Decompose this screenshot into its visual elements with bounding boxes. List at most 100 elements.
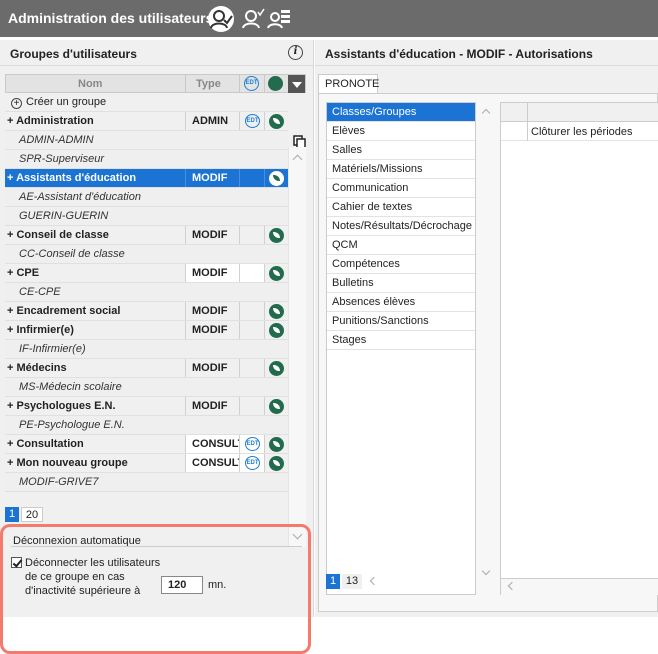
expand-icon[interactable]: + [7, 115, 16, 127]
edt-cell[interactable]: EDT [239, 435, 264, 453]
leaf-cell[interactable] [264, 435, 288, 453]
user-name: CE-CPE [19, 286, 61, 298]
group-name: + Administration [7, 115, 94, 127]
minutes-unit-label: mn. [208, 579, 227, 591]
category-item[interactable]: QCM [327, 236, 475, 255]
leaf-cell[interactable] [264, 397, 288, 415]
user-row[interactable]: IF-Infirmier(e) [5, 340, 288, 359]
edt-cell[interactable] [239, 359, 264, 377]
leaf-cell[interactable] [264, 112, 288, 130]
group-row[interactable]: + CPE MODIF [5, 264, 288, 283]
category-item[interactable]: Classes/Groupes [327, 103, 475, 122]
row-label: Conseil de classe [16, 229, 109, 241]
user-row[interactable]: MS-Médecin scolaire [5, 378, 288, 397]
category-item[interactable]: Absences élèves [327, 293, 475, 312]
group-row[interactable]: + Infirmier(e) MODIF [5, 321, 288, 340]
edt-cell[interactable] [239, 226, 264, 244]
categories-pager-total[interactable]: 13 [342, 574, 362, 589]
user-name: MODIF-GRIVE7 [19, 476, 98, 488]
category-item[interactable]: Elèves [327, 122, 475, 141]
scroll-up-icon[interactable] [292, 154, 303, 165]
row-label: Consultation [16, 438, 84, 450]
group-row[interactable]: + Médecins MODIF [5, 359, 288, 378]
leaf-cell[interactable] [264, 321, 288, 339]
leaf-cell[interactable] [264, 454, 288, 472]
edt-cell[interactable] [239, 397, 264, 415]
edt-cell[interactable] [239, 264, 264, 282]
group-row[interactable]: + Encadrement social MODIF [5, 302, 288, 321]
column-name-header[interactable]: Nom [78, 78, 102, 90]
edt-cell[interactable]: EDT [239, 112, 264, 130]
row-label: Médecins [16, 362, 67, 374]
leaf-cell[interactable] [264, 264, 288, 282]
permission-row[interactable]: Clôturer les périodes [501, 122, 658, 141]
expand-icon[interactable]: + [7, 172, 16, 184]
columns-dropdown-button[interactable] [288, 75, 305, 93]
category-item[interactable]: Punitions/Sanctions [327, 312, 475, 331]
category-item[interactable]: Notes/Résultats/Décrochage [327, 217, 475, 236]
row-label: CC-Conseil de classe [19, 248, 125, 260]
user-row[interactable]: CC-Conseil de classe [5, 245, 288, 264]
column-type-header[interactable]: Type [196, 78, 221, 90]
group-type: ADMIN [185, 112, 239, 130]
auto-logout-checkbox[interactable] [11, 557, 22, 568]
user-row[interactable]: GUERIN-GUERIN [5, 207, 288, 226]
leaf-cell[interactable] [264, 226, 288, 244]
auto-logout-section: Déconnexion automatique Déconnecter les … [0, 524, 311, 654]
user-row[interactable]: CE-CPE [5, 283, 288, 302]
scroll-down-icon[interactable] [481, 566, 491, 576]
groups-scrollbar[interactable] [288, 147, 306, 547]
category-item[interactable]: Salles [327, 141, 475, 160]
group-name: + Mon nouveau groupe [7, 457, 128, 469]
group-row[interactable]: + Conseil de classe MODIF [5, 226, 288, 245]
tab-pronote[interactable]: PRONOTE [318, 74, 379, 94]
leaf-cell[interactable] [264, 359, 288, 377]
edt-cell[interactable]: EDT [239, 454, 264, 472]
edt-cell[interactable] [239, 302, 264, 320]
group-row[interactable]: + Assistants d'éducation MODIF [5, 169, 288, 188]
user-list-icon[interactable] [266, 6, 292, 32]
category-item[interactable]: Matériels/Missions [327, 160, 475, 179]
category-item[interactable]: Bulletins [327, 274, 475, 293]
auto-logout-line3: d'inactivité supérieure à [25, 585, 141, 597]
scroll-left-icon[interactable] [507, 581, 517, 591]
category-item[interactable]: Communication [327, 179, 475, 198]
leaf-cell[interactable] [264, 169, 288, 187]
group-name: + Psychologues E.N. [7, 400, 116, 412]
groups-table-header: Nom Type EDT [5, 74, 306, 93]
user-row[interactable]: MODIF-GRIVE7 [5, 473, 288, 492]
leaf-icon [269, 266, 284, 281]
create-group-row[interactable]: + Créer un groupe [5, 93, 288, 112]
category-item[interactable]: Stages [327, 331, 475, 350]
scroll-up-icon[interactable] [481, 108, 491, 118]
user-row[interactable]: ADMIN-ADMIN [5, 131, 288, 150]
permissions-grid-hscroll[interactable] [501, 578, 658, 595]
row-label: Encadrement social [16, 305, 121, 317]
edt-cell[interactable] [239, 169, 264, 187]
leaf-icon [269, 323, 284, 338]
category-item[interactable]: Compétences [327, 255, 475, 274]
inactivity-minutes-input[interactable]: 120 [161, 576, 203, 594]
group-type: MODIF [185, 169, 239, 187]
users-admin-icon[interactable] [208, 6, 234, 32]
category-item[interactable]: Cahier de textes [327, 198, 475, 217]
info-icon[interactable]: i [288, 45, 303, 60]
leaf-cell[interactable] [264, 302, 288, 320]
user-row[interactable]: AE-Assistant d'éducation [5, 188, 288, 207]
user-name: SPR-Superviseur [19, 153, 104, 165]
user-name: CC-Conseil de classe [19, 248, 125, 260]
user-permissions-icon[interactable] [240, 6, 266, 32]
app-title: Administration des utilisateurs [8, 10, 214, 26]
group-row[interactable]: + Consultation CONSULT EDT [5, 435, 288, 454]
group-row[interactable]: + Psychologues E.N. MODIF [5, 397, 288, 416]
user-row[interactable]: PE-Psychologue E.N. [5, 416, 288, 435]
pager-current[interactable]: 1 [5, 507, 19, 522]
group-row[interactable]: + Administration ADMIN EDT [5, 112, 288, 131]
group-row[interactable]: + Mon nouveau groupe CONSULT EDT [5, 454, 288, 473]
categories-pager-current[interactable]: 1 [326, 574, 340, 589]
edt-cell[interactable] [239, 321, 264, 339]
pager-total[interactable]: 20 [21, 507, 43, 522]
user-row[interactable]: SPR-Superviseur [5, 150, 288, 169]
categories-scrollbar[interactable] [479, 102, 494, 595]
leaf-icon [269, 114, 284, 129]
